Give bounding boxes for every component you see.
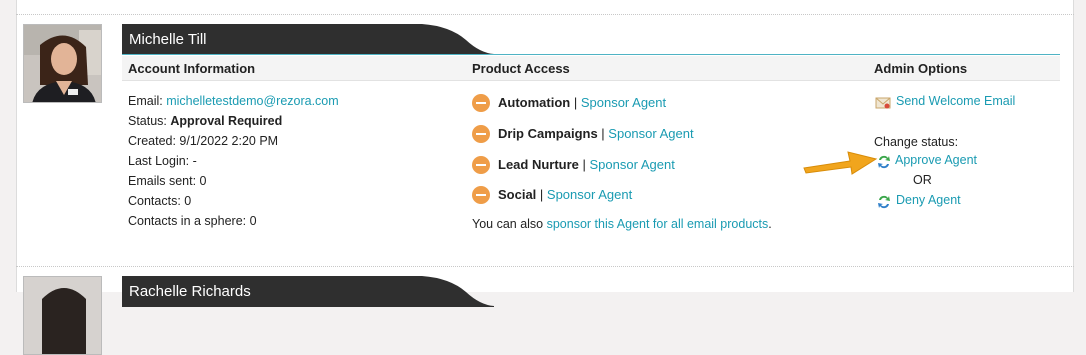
minus-circle-icon[interactable] xyxy=(472,125,490,143)
agent-name: Michelle Till xyxy=(129,31,207,48)
minus-circle-icon[interactable] xyxy=(472,94,490,112)
row-separator xyxy=(16,266,1074,267)
status-line: Status: Approval Required xyxy=(128,114,282,128)
product-name: Lead Nurture | Sponsor Agent xyxy=(498,157,675,172)
account-info-header: Account Information xyxy=(128,61,256,76)
avatar xyxy=(23,276,102,355)
product-name: Automation | Sponsor Agent xyxy=(498,95,667,110)
sponsor-agent-link[interactable]: Sponsor Agent xyxy=(581,95,666,110)
sponsor-agent-link[interactable]: Sponsor Agent xyxy=(608,126,693,141)
avatar xyxy=(23,24,102,103)
email-line: Email: michelletestdemo@rezora.com xyxy=(128,94,339,108)
sponsor-agent-link[interactable]: Sponsor Agent xyxy=(590,157,675,172)
or-label: OR xyxy=(913,173,932,187)
email-link[interactable]: michelletestdemo@rezora.com xyxy=(166,94,338,108)
approve-agent-link[interactable]: Approve Agent xyxy=(895,153,977,167)
status-swap-icon xyxy=(878,195,890,209)
agent-name-tab: Michelle Till xyxy=(122,24,494,55)
deny-agent-link[interactable]: Deny Agent xyxy=(896,193,961,207)
change-status-label: Change status: xyxy=(874,135,959,149)
product-name: Social | Sponsor Agent xyxy=(498,187,633,202)
minus-circle-icon[interactable] xyxy=(472,186,490,204)
name-underline xyxy=(122,54,1060,55)
status-value: Approval Required xyxy=(170,114,283,128)
envelope-icon xyxy=(875,97,891,109)
minus-circle-icon[interactable] xyxy=(472,156,490,174)
email-label: Email: xyxy=(128,94,167,108)
emails-sent-line: Emails sent: 0 xyxy=(128,174,207,188)
sponsor-agent-link[interactable]: Sponsor Agent xyxy=(547,187,632,202)
status-label: Status: xyxy=(128,114,171,128)
sphere-line: Contacts in a sphere: 0 xyxy=(128,214,257,228)
product-name: Drip Campaigns | Sponsor Agent xyxy=(498,126,694,141)
status-swap-icon xyxy=(878,155,890,169)
contacts-line: Contacts: 0 xyxy=(128,194,192,208)
arrow-callout-icon xyxy=(803,151,878,175)
last-login-line: Last Login: - xyxy=(128,154,197,168)
created-line: Created: 9/1/2022 2:20 PM xyxy=(128,134,279,148)
send-welcome-email-link[interactable]: Send Welcome Email xyxy=(896,94,1015,108)
product-access-header: Product Access xyxy=(472,61,570,76)
sponsor-all-link[interactable]: sponsor this Agent for all email product… xyxy=(547,217,769,231)
row-separator xyxy=(16,14,1074,15)
admin-options-header: Admin Options xyxy=(874,61,968,76)
sponsor-all-line: You can also sponsor this Agent for all … xyxy=(472,217,772,231)
